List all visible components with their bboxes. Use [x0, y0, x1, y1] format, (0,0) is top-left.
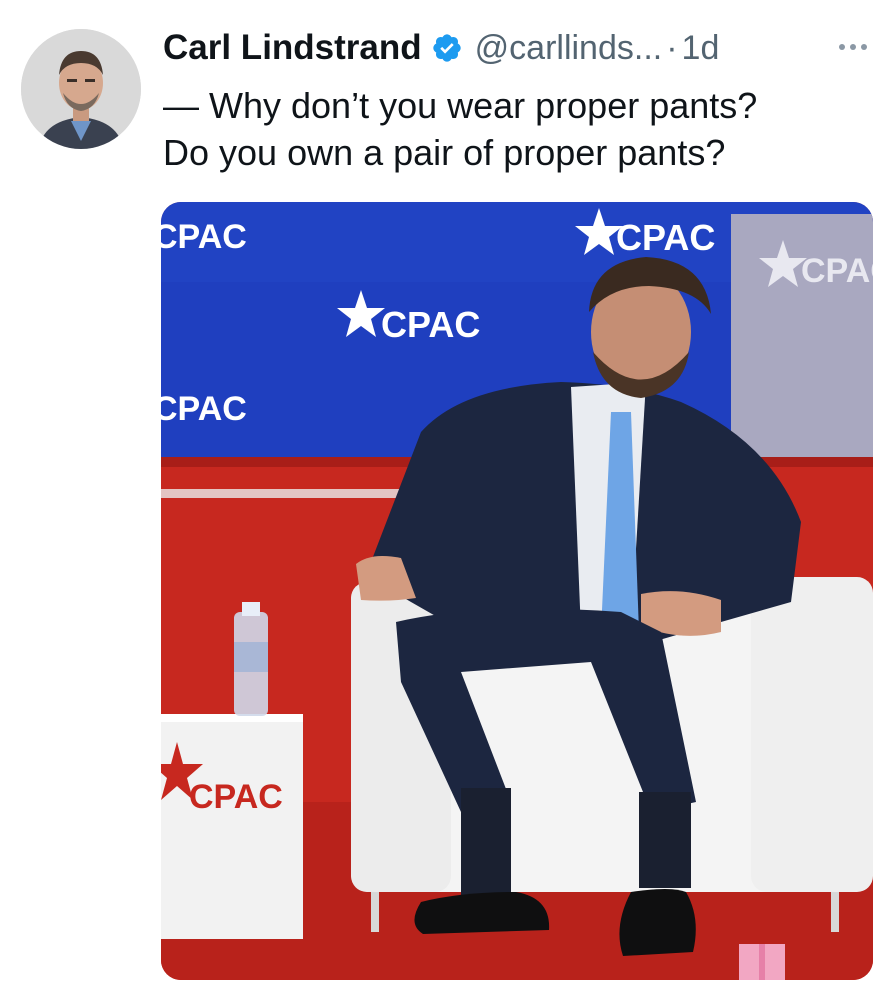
tweet-header: Carl Lindstrand @carllinds... · 1d — [163, 24, 719, 72]
author-name[interactable]: Carl Lindstrand — [163, 28, 422, 68]
verified-badge-icon — [432, 34, 461, 62]
tweet-timestamp[interactable]: 1d — [682, 29, 720, 68]
cpac-logo: CPAC — [616, 217, 715, 258]
avatar[interactable] — [21, 29, 141, 149]
more-options-icon[interactable] — [834, 28, 872, 66]
stage-photo: CPAC CPAC CPAC CPAC CPAC CPAC — [161, 202, 873, 980]
tweet-media-photo[interactable]: CPAC CPAC CPAC CPAC CPAC CPAC — [161, 202, 873, 980]
cpac-logo: CPAC — [189, 778, 283, 816]
cpac-logo: CPAC — [381, 304, 480, 345]
tweet-text-line-1: — Why don’t you wear proper pants? — [163, 85, 758, 126]
tweet-text: — Why don’t you wear proper pants? Do yo… — [163, 82, 873, 176]
profile-photo — [21, 29, 141, 149]
author-handle[interactable]: @carllinds... — [475, 29, 663, 68]
right-shoe — [619, 889, 696, 956]
cpac-logo: CPAC — [161, 218, 247, 256]
header-separator: · — [666, 28, 678, 67]
cpac-logo: CPAC — [161, 390, 247, 428]
tweet-text-line-2: Do you own a pair of proper pants? — [163, 132, 726, 173]
cpac-logo: CPAC — [801, 252, 873, 290]
